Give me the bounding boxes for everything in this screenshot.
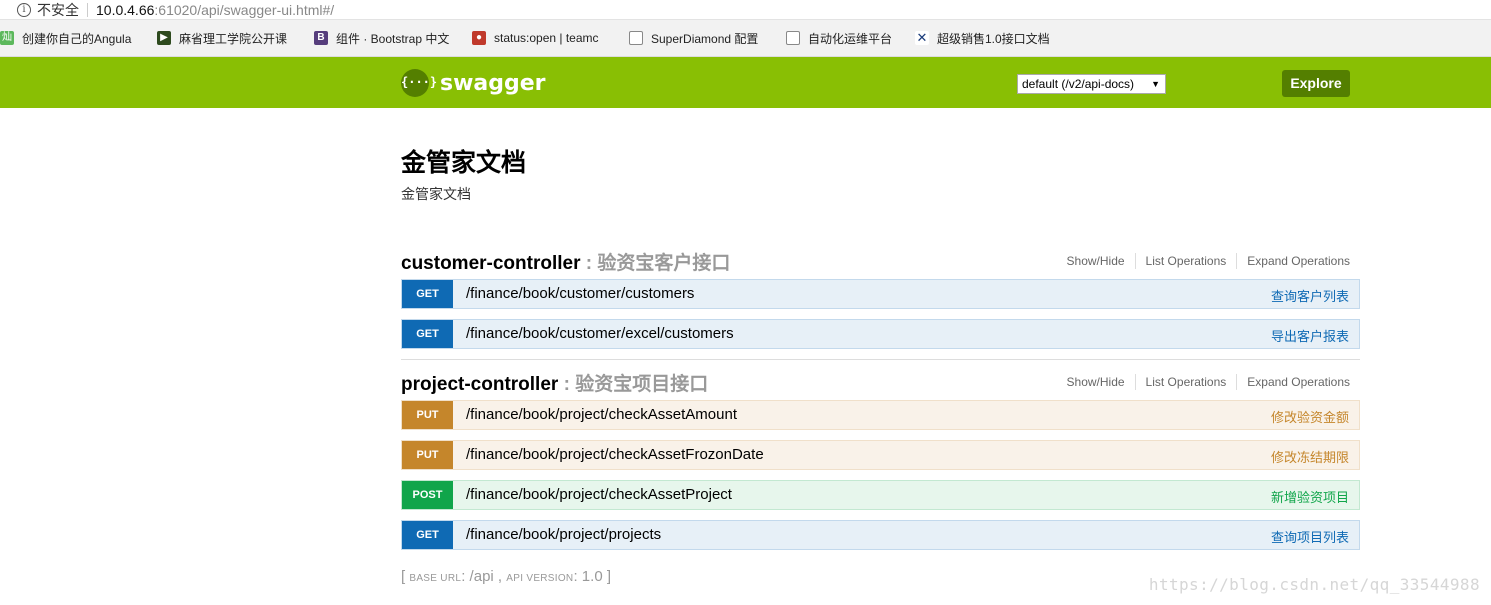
security-label: 不安全 (37, 1, 79, 18)
x-icon: ✕ (915, 30, 929, 45)
endpoint-path[interactable]: /finance/book/project/checkAssetFrozonDa… (466, 446, 764, 463)
options-divider (1236, 253, 1238, 269)
play-icon: ▶ (157, 31, 171, 45)
resource-name[interactable]: project-controller (401, 374, 558, 395)
resource-options: Show/Hide List Operations Expand Operati… (1067, 374, 1350, 390)
endpoint-summary[interactable]: 查询客户列表 (1271, 286, 1349, 305)
api-version-value: : 1.0 (573, 568, 607, 585)
http-method-badge[interactable]: GET (402, 320, 453, 348)
api-footer: [ BASE URL: /api , API VERSION: 1.0 ] (401, 568, 611, 585)
http-method-badge[interactable]: GET (402, 521, 453, 549)
info-icon[interactable]: i (17, 2, 31, 17)
endpoint-summary[interactable]: 新增验资项目 (1271, 487, 1349, 506)
endpoint-row[interactable]: PUT /finance/book/project/checkAssetAmou… (401, 400, 1360, 430)
footer-open-bracket: [ (401, 568, 406, 585)
endpoint-row[interactable]: PUT /finance/book/project/checkAssetFroz… (401, 440, 1360, 470)
resource-title[interactable]: customer-controller : 验资宝客户接口 (401, 248, 730, 275)
spec-select-value: default (/v2/api-docs) (1022, 77, 1135, 91)
options-divider (1236, 374, 1238, 390)
expand-operations-link[interactable]: Expand Operations (1247, 254, 1350, 268)
resource-description: : 验资宝项目接口 (558, 374, 709, 395)
bookmark-label: 超级销售1.0接口文档 (937, 31, 1050, 46)
http-method-badge[interactable]: PUT (402, 401, 453, 429)
endpoint-path[interactable]: /finance/book/project/checkAssetAmount (466, 406, 737, 423)
endpoint-path[interactable]: /finance/book/customer/excel/customers (466, 325, 734, 342)
swagger-header: {···} swagger (0, 57, 1491, 108)
bookmark-item[interactable]: ✕ 超级销售1.0接口文档 (915, 30, 1055, 47)
bookmark-label: 自动化运维平台 (808, 31, 893, 46)
show-hide-link[interactable]: Show/Hide (1067, 375, 1125, 389)
list-operations-link[interactable]: List Operations (1146, 375, 1227, 389)
expand-operations-link[interactable]: Expand Operations (1247, 375, 1350, 389)
base-url-label: BASE URL (409, 573, 462, 584)
bookmark-item[interactable]: 自动化运维平台 (786, 30, 898, 47)
resource-name[interactable]: customer-controller (401, 253, 580, 274)
watermark: https://blog.csdn.net/qq_33544988 (1148, 575, 1480, 594)
endpoint-summary[interactable]: 修改冻结期限 (1271, 447, 1349, 466)
bookmark-item[interactable]: 灿 创建你自己的Angula (0, 30, 140, 47)
endpoint-path[interactable]: /finance/book/project/projects (466, 526, 661, 543)
page-title: 金管家文档 (401, 149, 527, 177)
resource-customer-controller: customer-controller : 验资宝客户接口 Show/Hide … (401, 243, 1360, 359)
chinese-char-icon: 灿 (0, 31, 14, 45)
endpoint-row[interactable]: GET /finance/book/customer/excel/custome… (401, 319, 1360, 349)
bookmark-item[interactable]: SuperDiamond 配置 (629, 30, 769, 47)
http-method-badge[interactable]: PUT (402, 441, 453, 469)
list-operations-link[interactable]: List Operations (1146, 254, 1227, 268)
endpoint-summary[interactable]: 修改验资金额 (1271, 407, 1349, 426)
address-bar[interactable]: i 不安全 10.0.4.66:61020/api/swagger-ui.htm… (0, 0, 1491, 20)
bookmark-item[interactable]: B 组件 · Bootstrap 中文 (314, 30, 457, 47)
resource-heading: customer-controller : 验资宝客户接口 Show/Hide … (401, 243, 1360, 275)
page-icon (786, 31, 800, 45)
http-method-badge[interactable]: GET (402, 280, 453, 308)
footer-close-bracket: ] (606, 568, 611, 585)
options-divider (1134, 253, 1136, 269)
gerrit-icon: ● (472, 31, 486, 45)
base-url-value: : /api , (461, 568, 507, 585)
resource-divider (401, 359, 1360, 360)
endpoint-row[interactable]: GET /finance/book/project/projects 查询项目列… (401, 520, 1360, 550)
endpoint-path[interactable]: /finance/book/project/checkAssetProject (466, 486, 732, 503)
swagger-logo[interactable]: {···} swagger (401, 69, 546, 97)
api-version-label: API VERSION (506, 573, 574, 584)
spec-select[interactable]: default (/v2/api-docs) ▼ (1017, 74, 1166, 94)
bookmark-label: SuperDiamond 配置 (651, 31, 759, 46)
url-path: :61020/api/swagger-ui.html#/ (154, 1, 335, 18)
endpoint-summary[interactable]: 查询项目列表 (1271, 527, 1349, 546)
show-hide-link[interactable]: Show/Hide (1067, 254, 1125, 268)
bookmark-item[interactable]: ● status:open | teamc (472, 31, 612, 45)
endpoint-row[interactable]: GET /finance/book/customer/customers 查询客… (401, 279, 1360, 309)
page-icon (629, 31, 643, 45)
page-description: 金管家文档 (401, 186, 471, 202)
address-separator (87, 2, 88, 17)
bookmarks-bar: 灿 创建你自己的Angula ▶ 麻省理工学院公开课 B 组件 · Bootst… (0, 20, 1491, 57)
bookmark-label: status:open | teamc (494, 31, 599, 45)
dropdown-arrow-icon: ▼ (1151, 79, 1160, 89)
endpoint-summary[interactable]: 导出客户报表 (1271, 326, 1349, 345)
bookmark-label: 创建你自己的Angula (22, 31, 132, 46)
resource-description: : 验资宝客户接口 (580, 253, 731, 274)
resource-heading: project-controller : 验资宝项目接口 Show/Hide L… (401, 364, 1360, 396)
bookmark-label: 组件 · Bootstrap 中文 (336, 31, 450, 46)
bootstrap-icon: B (314, 31, 328, 45)
bookmark-item[interactable]: ▶ 麻省理工学院公开课 (157, 30, 297, 47)
bookmark-label: 麻省理工学院公开课 (179, 31, 288, 46)
resource-options: Show/Hide List Operations Expand Operati… (1067, 253, 1350, 269)
http-method-badge[interactable]: POST (402, 481, 453, 509)
options-divider (1134, 374, 1136, 390)
url-host: 10.0.4.66 (96, 1, 155, 18)
resource-project-controller: project-controller : 验资宝项目接口 Show/Hide L… (401, 364, 1360, 560)
resource-title[interactable]: project-controller : 验资宝项目接口 (401, 369, 708, 396)
endpoint-path[interactable]: /finance/book/customer/customers (466, 285, 694, 302)
explore-button[interactable]: Explore (1282, 70, 1350, 97)
endpoint-row[interactable]: POST /finance/book/project/checkAssetPro… (401, 480, 1360, 510)
swagger-logo-text: swagger (440, 70, 546, 96)
swagger-logo-icon: {···} (401, 69, 437, 97)
